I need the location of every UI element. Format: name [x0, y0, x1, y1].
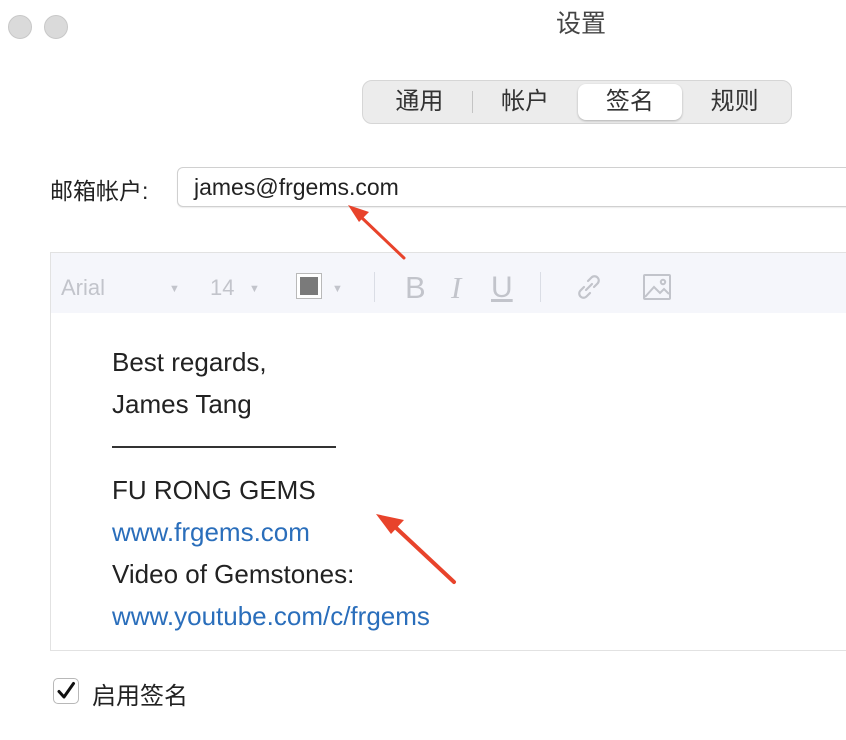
- color-swatch: [300, 277, 318, 295]
- chevron-down-icon: ▼: [169, 283, 180, 295]
- window-title: 设置: [555, 10, 606, 38]
- toolbar-divider: [374, 272, 375, 302]
- signature-line: FU RONG GEMS: [112, 475, 316, 505]
- signature-line: James Tang: [112, 389, 252, 419]
- chevron-down-icon: ▼: [332, 283, 343, 295]
- tab-rules[interactable]: 规则: [682, 84, 787, 120]
- signature-divider: [112, 425, 336, 448]
- checkmark-icon: [57, 682, 75, 699]
- underline-button[interactable]: U: [491, 253, 513, 313]
- tab-accounts[interactable]: 帐户: [473, 84, 578, 120]
- signature-content[interactable]: Best regards, James Tang FU RONG GEMS ww…: [112, 341, 430, 637]
- font-family-select[interactable]: Arial: [61, 253, 105, 313]
- editor-toolbar: Arial ▼ 14 ▼ ▼ B I U: [51, 253, 846, 313]
- link-icon[interactable]: [573, 271, 605, 303]
- signature-editor[interactable]: Arial ▼ 14 ▼ ▼ B I U Best regards, James: [50, 252, 846, 651]
- enable-signature-label: 启用签名: [92, 683, 188, 710]
- chevron-down-icon: ▼: [249, 283, 260, 295]
- account-label: 邮箱帐户:: [50, 178, 149, 204]
- signature-line: Video of Gemstones:: [112, 559, 355, 589]
- text-color-picker[interactable]: [296, 273, 322, 299]
- tab-general[interactable]: 通用: [367, 84, 472, 120]
- account-select[interactable]: james@frgems.com: [177, 167, 846, 207]
- bold-button[interactable]: B: [405, 253, 426, 313]
- tab-signature[interactable]: 签名: [577, 84, 683, 120]
- signature-link[interactable]: www.youtube.com/c/frgems: [112, 595, 430, 637]
- italic-button[interactable]: I: [451, 253, 461, 313]
- font-size-select[interactable]: 14: [210, 253, 234, 313]
- signature-line: Best regards,: [112, 347, 267, 377]
- signature-link[interactable]: www.frgems.com: [112, 511, 430, 553]
- image-icon[interactable]: [641, 271, 673, 303]
- enable-signature-checkbox[interactable]: [53, 678, 79, 704]
- toolbar-divider: [540, 272, 541, 302]
- annotation-arrow: [348, 205, 406, 260]
- settings-tab-bar: 通用 帐户 签名 规则: [362, 80, 792, 124]
